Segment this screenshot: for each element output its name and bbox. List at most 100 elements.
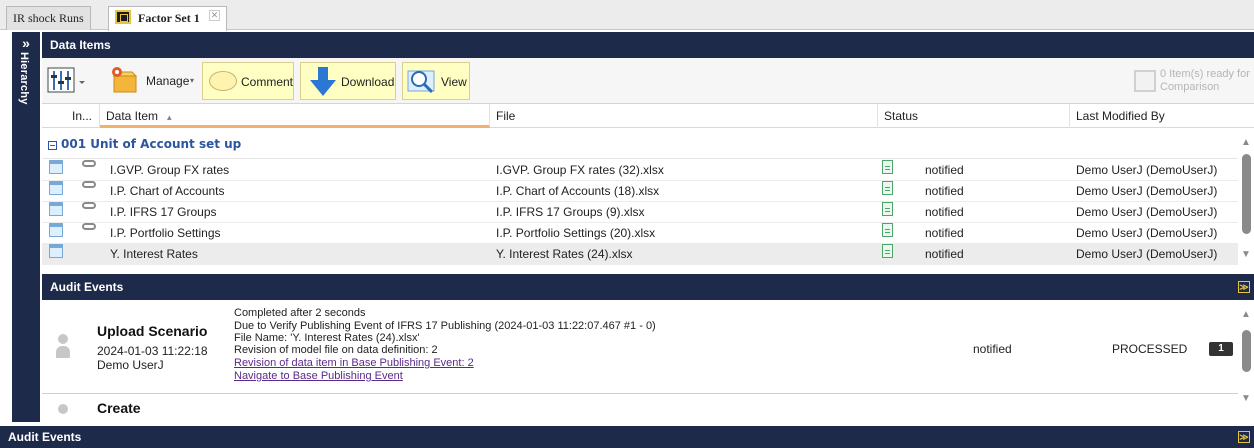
group-row-unit-of-account[interactable]: −001 Unit of Account set up (42, 128, 1238, 159)
event-detail-line: File Name: 'Y. Interest Rates (24).xlsx' (234, 332, 420, 344)
table-row[interactable]: I.P. Portfolio Settings I.P. Portfolio S… (42, 223, 1238, 244)
audit-event-row[interactable]: Upload Scenario 2024-01-03 11:22:18 Demo… (42, 300, 1238, 394)
manage-button[interactable]: Manage ▾ (106, 62, 196, 100)
event-detail-line: Revision of model file on data definitio… (234, 344, 438, 356)
tab-close-icon[interactable]: ✕ (208, 10, 221, 21)
grid-scrollbar[interactable]: ▲ ▼ (1240, 128, 1252, 268)
user-avatar-icon (56, 404, 70, 418)
manage-label: Manage (146, 74, 190, 88)
panel-title: Audit Events (8, 430, 82, 444)
user-avatar-icon (56, 334, 70, 360)
file-name: I.P. Portfolio Settings (20).xlsx (496, 226, 656, 240)
table-row[interactable]: I.GVP. Group FX rates I.GVP. Group FX ra… (42, 160, 1238, 181)
event-detail-line: Completed after 2 seconds (234, 307, 366, 319)
status-text: notified (925, 184, 964, 198)
column-label: File (496, 109, 516, 123)
comparison-ready-text: 0 Item(s) ready for Comparison (1160, 68, 1250, 93)
column-chooser-icon (47, 67, 85, 93)
panel-title: Audit Events (50, 280, 124, 294)
file-status-icon (882, 181, 893, 195)
bottom-audit-events-bar[interactable]: Audit Events ≫ (0, 426, 1254, 448)
status-text: notified (925, 226, 964, 240)
download-label: Download (341, 75, 395, 89)
manage-dropdown-icon: ▾ (190, 76, 195, 85)
navigate-base-publishing-link[interactable]: Navigate to Base Publishing Event (234, 370, 403, 382)
tab-ir-shock-runs[interactable]: IR shock Runs (6, 6, 91, 30)
event-timestamp: 2024-01-03 11:22:18 (97, 344, 208, 358)
data-table-icon (49, 202, 63, 216)
status-text: notified (925, 205, 964, 219)
column-header-data-item[interactable]: Data Item ▲ (100, 104, 490, 128)
data-items-header: Data Items (42, 32, 1254, 58)
comparison-icon (1134, 70, 1156, 92)
grid-column-headers: In... Data Item ▲ File Status Last Modif… (42, 104, 1254, 128)
file-status-icon (882, 244, 893, 258)
event-user: Demo UserJ (97, 358, 164, 372)
scroll-thumb[interactable] (1242, 330, 1251, 372)
audit-events-panel: Upload Scenario 2024-01-03 11:22:18 Demo… (42, 300, 1254, 418)
file-name: I.P. IFRS 17 Groups (9).xlsx (496, 205, 645, 219)
panel-title: Data Items (50, 38, 111, 52)
view-button[interactable]: View (402, 62, 470, 100)
modified-by: Demo UserJ (DemoUserJ) (1076, 226, 1218, 240)
sidebar-label: Hierarchy (18, 52, 30, 105)
modified-by: Demo UserJ (DemoUserJ) (1076, 205, 1218, 219)
file-name: Y. Interest Rates (24).xlsx (496, 247, 633, 261)
data-item-name: I.GVP. Group FX rates (110, 163, 230, 177)
comment-button[interactable]: Comment (202, 62, 294, 100)
event-status: notified (973, 342, 1012, 356)
data-table-icon (49, 181, 63, 195)
collapse-audit-icon[interactable]: ≫ (1238, 281, 1250, 293)
column-label: Status (884, 109, 919, 123)
event-title: Upload Scenario (97, 323, 208, 339)
comparison-ready-indicator[interactable]: 0 Item(s) ready for Comparison (1134, 68, 1250, 96)
tab-strip: IR shock Runs Factor Set 1 ✕ (0, 0, 1254, 31)
tab-label: IR shock Runs (13, 11, 84, 25)
magnifier-icon (407, 70, 435, 94)
event-state: PROCESSED (1112, 342, 1188, 356)
data-item-name: I.P. Chart of Accounts (110, 184, 225, 198)
revision-link[interactable]: Revision of data item in Base Publishing… (234, 357, 474, 369)
audit-events-header: Audit Events ≫ (42, 274, 1254, 300)
tab-factor-set-1[interactable]: Factor Set 1 ✕ (108, 6, 228, 31)
manage-icon (112, 67, 138, 93)
link-icon (82, 181, 96, 188)
scroll-down-icon[interactable]: ▼ (1240, 250, 1252, 260)
event-title[interactable]: Create (97, 400, 141, 416)
scroll-thumb[interactable] (1242, 154, 1251, 234)
column-header-in[interactable]: In... (66, 104, 100, 128)
scroll-up-icon[interactable]: ▲ (1240, 310, 1252, 320)
collapse-group-icon[interactable]: − (48, 141, 57, 150)
data-items-toolbar: Manage ▾ Comment Download View 0 Item(s)… (42, 58, 1254, 104)
file-name: I.P. Chart of Accounts (18).xlsx (496, 184, 660, 198)
link-icon (82, 160, 96, 167)
column-chooser-button[interactable] (46, 62, 98, 100)
app-window: IR shock Runs Factor Set 1 ✕ » Hierarchy… (0, 0, 1254, 448)
data-table-icon (49, 160, 63, 174)
data-item-name: Y. Interest Rates (110, 247, 198, 261)
expand-audit-icon[interactable]: ≫ (1238, 431, 1250, 443)
table-row[interactable]: I.P. Chart of Accounts I.P. Chart of Acc… (42, 181, 1238, 202)
column-header-last-modified-by[interactable]: Last Modified By (1070, 104, 1254, 128)
comment-bubble-icon (209, 71, 237, 91)
hierarchy-sidebar[interactable]: » Hierarchy (12, 32, 40, 422)
scroll-down-icon[interactable]: ▼ (1240, 394, 1252, 404)
table-row[interactable]: I.P. IFRS 17 Groups I.P. IFRS 17 Groups … (42, 202, 1238, 223)
column-label: Last Modified By (1076, 109, 1165, 123)
download-button[interactable]: Download (300, 62, 396, 100)
modified-by: Demo UserJ (DemoUserJ) (1076, 247, 1218, 261)
data-table-icon (49, 223, 63, 237)
data-item-name: I.P. IFRS 17 Groups (110, 205, 217, 219)
factor-set-icon (115, 10, 131, 24)
data-item-name: I.P. Portfolio Settings (110, 226, 221, 240)
file-status-icon (882, 160, 893, 174)
audit-scrollbar[interactable]: ▲ ▼ (1240, 300, 1252, 418)
data-items-grid: −001 Unit of Account set up I.GVP. Group… (42, 128, 1254, 272)
table-row-selected[interactable]: Y. Interest Rates Y. Interest Rates (24)… (42, 244, 1238, 265)
expand-sidebar-icon[interactable]: » (12, 35, 40, 51)
column-header-status[interactable]: Status (878, 104, 1070, 128)
modified-by: Demo UserJ (DemoUserJ) (1076, 163, 1218, 177)
download-arrow-icon (310, 67, 336, 96)
column-header-file[interactable]: File (490, 104, 878, 128)
scroll-up-icon[interactable]: ▲ (1240, 138, 1252, 148)
